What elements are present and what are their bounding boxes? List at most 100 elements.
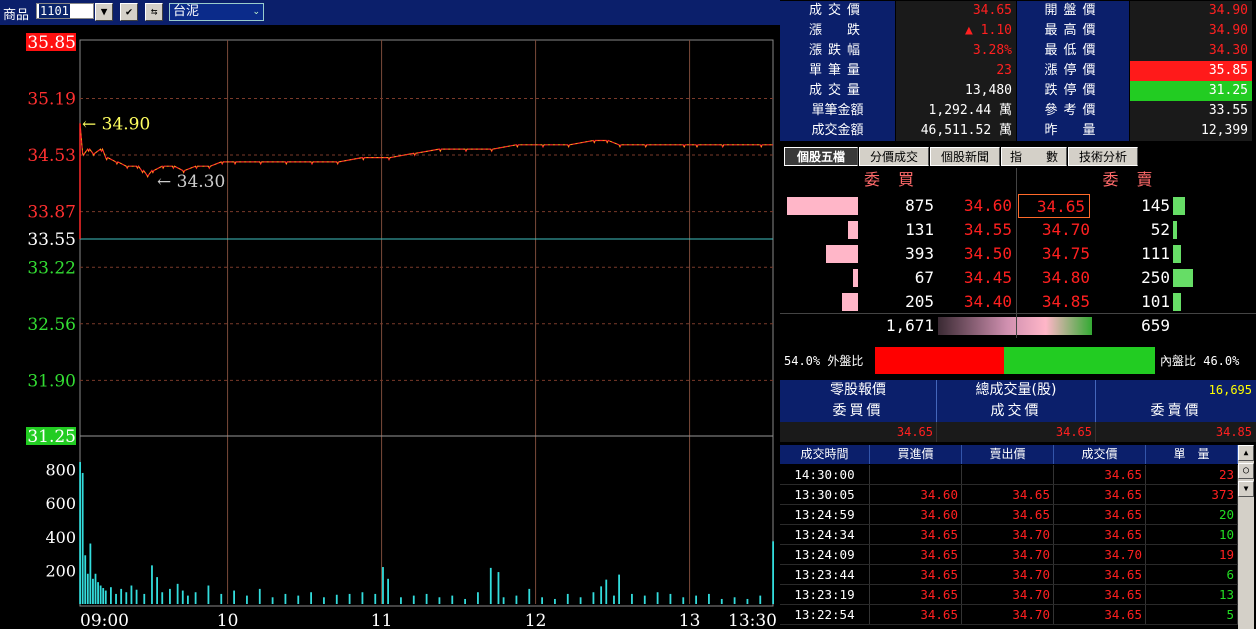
volume-bar (207, 585, 210, 604)
bid-price[interactable]: 34.55 (940, 218, 1012, 242)
trade-row[interactable]: 13:22:54 34.65 34.70 34.65 5 (780, 605, 1238, 625)
tab-price-volume[interactable]: 分價成交 (859, 147, 929, 166)
trade-cell: 34.65 (962, 485, 1054, 504)
trade-row[interactable]: 13:24:59 34.60 34.65 34.65 20 (780, 505, 1238, 525)
volume-bar (382, 567, 384, 604)
trade-cell: 34.65 (1054, 485, 1146, 504)
trade-cell: 34.65 (1054, 465, 1146, 484)
bid-price[interactable]: 34.40 (940, 290, 1012, 314)
trade-cell: 34.70 (962, 525, 1054, 544)
volume-bar (84, 555, 87, 604)
trade-cell: 34.65 (1054, 565, 1146, 584)
col-volume: 單 量 (1146, 445, 1238, 464)
trade-cell: 10 (1146, 525, 1238, 544)
trade-row[interactable]: 14:30:00 34.65 23 (780, 465, 1238, 485)
quote-value: ▲ 1.10 (896, 21, 1016, 41)
trade-row[interactable]: 13:24:09 34.65 34.70 34.70 19 (780, 545, 1238, 565)
bid-volume-bar (853, 269, 858, 287)
volume-bar (169, 588, 171, 604)
time-tick-label: 12 (525, 611, 547, 629)
quote-value: 34.65 (896, 1, 1016, 21)
quote-value: 35.85 (1130, 61, 1252, 81)
price-tick-label: 34.53 (27, 146, 76, 166)
time-tick-label: 11 (371, 611, 393, 629)
ask-price[interactable]: 34.85 (1018, 290, 1090, 314)
tab-five-levels[interactable]: 個股五檔 (784, 147, 858, 166)
bid-price[interactable]: 34.60 (940, 194, 1012, 218)
trade-cell: 34.65 (1054, 505, 1146, 524)
switch-icon[interactable]: ⇆ (145, 3, 163, 21)
average-price-line (79, 123, 773, 178)
volume-bar (515, 595, 518, 604)
volume-tick-label: 400 (45, 528, 76, 547)
volume-bar (643, 595, 646, 604)
price-tick-label: 35.85 (27, 33, 76, 53)
trade-cell: 13:30:05 (780, 485, 870, 504)
toolbar: 商品 1101 ▼ ✔ ⇆ 台泥 ⌄ (0, 0, 780, 25)
trade-list[interactable]: 成交時間 買進價 賣出價 成交價 單 量 14:30:00 34.65 23 13:3… (780, 445, 1256, 629)
trade-row[interactable]: 13:30:05 34.60 34.65 34.65 373 (780, 485, 1238, 505)
volume-bar (92, 578, 94, 604)
quote-value: 46,511.52 萬 (896, 121, 1016, 141)
trade-cell: 34.70 (1054, 545, 1146, 564)
code-dropdown-button[interactable]: ▼ (95, 3, 113, 21)
bid-price[interactable]: 34.50 (940, 242, 1012, 266)
check-icon[interactable]: ✔ (120, 3, 138, 21)
ask-price[interactable]: 34.75 (1018, 242, 1090, 266)
trade-cell: 20 (1146, 505, 1238, 524)
ask-price[interactable]: 34.80 (1018, 266, 1090, 290)
trade-cell: 34.65 (870, 565, 962, 584)
trade-row[interactable]: 13:24:34 34.65 34.70 34.65 10 (780, 525, 1238, 545)
volume-bar (464, 598, 466, 604)
volume-bar (335, 594, 338, 604)
volume-bar (156, 577, 158, 604)
tab-news[interactable]: 個股新聞 (930, 147, 1000, 166)
bid-price[interactable]: 34.45 (940, 266, 1012, 290)
ask-price[interactable]: 34.65 (1018, 194, 1090, 218)
scroll-down-icon[interactable]: ▼ (1238, 481, 1254, 497)
volume-bar (451, 595, 454, 604)
ask-volume-bar (1173, 245, 1181, 263)
trade-cell: 13:24:34 (780, 525, 870, 544)
trade-row[interactable]: 13:23:19 34.65 34.70 34.65 13 (780, 585, 1238, 605)
trade-cell: 13:23:44 (780, 565, 870, 584)
ask-volume: 250 (1141, 268, 1170, 287)
volume-bar (682, 597, 685, 604)
trade-cell: 34.65 (962, 505, 1054, 524)
bid-header: 委買 (780, 168, 1017, 192)
volume-bar (613, 595, 615, 604)
stock-code-input[interactable]: 1101 (36, 3, 94, 19)
bid-volume-bar (826, 245, 858, 263)
book-row: 131 34.55 34.70 52 (780, 218, 1256, 242)
trade-cell: 13:24:59 (780, 505, 870, 524)
volume-bar (592, 592, 595, 604)
volume-bar (566, 593, 569, 604)
time-tick-label: 09:00 (80, 611, 129, 629)
volume-bar (618, 574, 620, 604)
volume-bar (387, 578, 389, 604)
trade-cell: 34.65 (1054, 605, 1146, 624)
tab-index[interactable]: 指 數 (1001, 147, 1067, 166)
trade-list-scrollbar[interactable]: ▲ ○ ▼ (1238, 445, 1254, 629)
intraday-chart[interactable]: 35.85 35.19 34.53 33.87 33.55 33.22 32.56 31.90… (0, 26, 780, 629)
ask-price[interactable]: 34.70 (1018, 218, 1090, 242)
trade-cell (962, 465, 1054, 484)
bid-ask-gradient-bar (938, 317, 1092, 335)
trade-cell: 373 (1146, 485, 1238, 504)
trade-cell: 34.70 (962, 565, 1054, 584)
quote-value: 34.90 (1130, 1, 1252, 21)
scroll-thumb[interactable]: ○ (1238, 463, 1254, 479)
quote-label: 開盤價 (1017, 1, 1129, 21)
stock-name-select[interactable]: 台泥 ⌄ (169, 3, 264, 21)
trade-row[interactable]: 13:23:44 34.65 34.70 34.65 6 (780, 565, 1238, 585)
ask-volume-bar (1173, 293, 1181, 311)
outer-ratio-label: 54.0% 外盤比 (784, 354, 864, 368)
tab-technical[interactable]: 技術分析 (1068, 147, 1138, 166)
col-time: 成交時間 (780, 445, 870, 464)
scroll-up-icon[interactable]: ▲ (1238, 445, 1254, 461)
product-label: 商品 (3, 8, 30, 23)
book-row: 393 34.50 34.75 111 (780, 242, 1256, 266)
volume-bar (656, 592, 659, 604)
quote-label: 單筆量 (780, 61, 895, 81)
volume-bar (94, 573, 97, 604)
